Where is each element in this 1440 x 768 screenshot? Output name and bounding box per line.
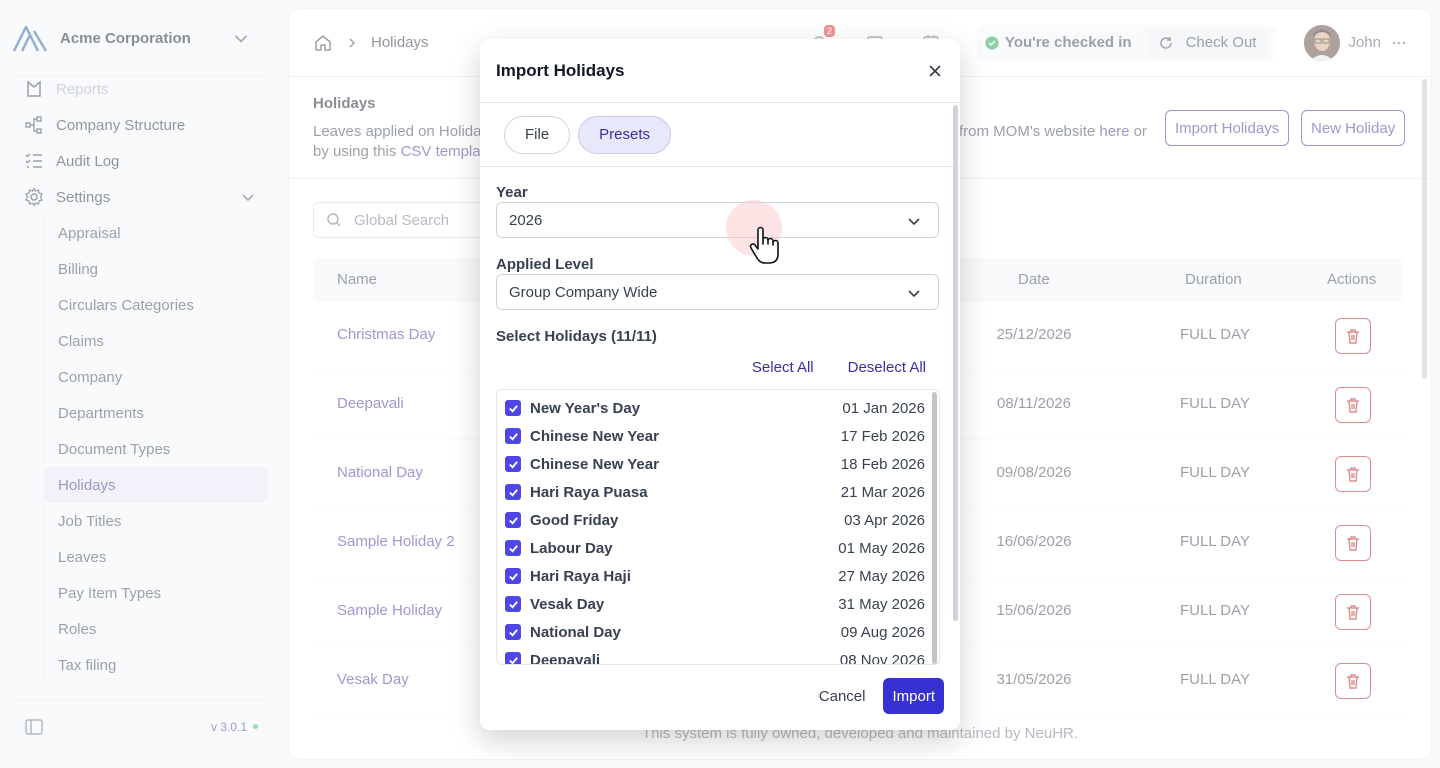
holiday-date: 01 Jan 2026 [842, 399, 925, 417]
checkbox[interactable] [505, 568, 521, 584]
dialog-scrollbar[interactable] [953, 105, 958, 621]
checkbox[interactable] [505, 652, 521, 664]
check-icon [508, 516, 518, 525]
year-label: Year [496, 184, 528, 201]
import-holidays-dialog: Import Holidays File Presets Year 2026 A… [480, 39, 960, 730]
list-item[interactable]: Vesak Day 31 May 2026 [505, 590, 925, 618]
tab-file[interactable]: File [504, 115, 571, 154]
year-value: 2026 [509, 211, 543, 229]
check-icon [508, 572, 518, 581]
holiday-name: New Year's Day [530, 399, 641, 417]
holiday-name: Chinese New Year [530, 455, 659, 473]
holiday-date: 21 Mar 2026 [840, 483, 925, 501]
holiday-name: National Day [530, 623, 621, 641]
chevron-down-icon [908, 290, 920, 298]
checkbox[interactable] [505, 400, 521, 416]
list-scrollbar[interactable] [932, 392, 937, 664]
holiday-date: 01 May 2026 [838, 539, 925, 557]
holiday-name: Deepavali [530, 651, 601, 665]
year-select[interactable]: 2026 [496, 202, 939, 238]
holiday-name: Labour Day [530, 539, 613, 557]
select-holidays-label: Select Holidays (11/11) [496, 328, 657, 345]
holiday-date: 09 Aug 2026 [840, 623, 925, 641]
check-icon [508, 628, 518, 637]
list-item[interactable]: National Day 09 Aug 2026 [505, 618, 925, 646]
check-icon [508, 600, 518, 609]
holiday-date: 08 Nov 2026 [839, 651, 925, 665]
holiday-date: 17 Feb 2026 [840, 427, 925, 445]
checkbox[interactable] [505, 624, 521, 640]
applied-level-select[interactable]: Group Company Wide [496, 274, 939, 310]
holiday-name: Vesak Day [530, 595, 605, 613]
import-button[interactable]: Import [883, 678, 944, 714]
holiday-date: 18 Feb 2026 [840, 455, 925, 473]
list-item[interactable]: Good Friday 03 Apr 2026 [505, 506, 925, 534]
checkbox[interactable] [505, 512, 521, 528]
cancel-button[interactable]: Cancel [819, 688, 866, 705]
applied-level-value: Group Company Wide [509, 283, 658, 301]
checkbox[interactable] [505, 456, 521, 472]
check-icon [508, 488, 518, 497]
list-item[interactable]: New Year's Day 01 Jan 2026 [505, 394, 925, 422]
close-icon[interactable] [926, 62, 944, 80]
dialog-title: Import Holidays [496, 60, 625, 80]
holiday-name: Chinese New Year [530, 427, 659, 445]
dialog-footer: Cancel Import [819, 678, 944, 714]
holiday-date: 31 May 2026 [838, 595, 925, 613]
applied-level-label: Applied Level [496, 256, 594, 273]
list-item[interactable]: Hari Raya Haji 27 May 2026 [505, 562, 925, 590]
holiday-name: Hari Raya Haji [530, 567, 631, 585]
holiday-date: 27 May 2026 [838, 567, 925, 585]
chevron-down-icon [908, 218, 920, 226]
holiday-name: Hari Raya Puasa [530, 483, 648, 501]
hand-pointer-icon [749, 226, 779, 264]
list-item[interactable]: Hari Raya Puasa 21 Mar 2026 [505, 478, 925, 506]
checkbox[interactable] [505, 428, 521, 444]
list-item[interactable]: Chinese New Year 17 Feb 2026 [505, 422, 925, 450]
list-item[interactable]: Chinese New Year 18 Feb 2026 [505, 450, 925, 478]
import-source-tabs: File Presets [480, 103, 960, 167]
holiday-name: Good Friday [530, 511, 619, 529]
holiday-checklist: New Year's Day 01 Jan 2026 Chinese New Y… [496, 389, 940, 665]
check-icon [508, 656, 518, 664]
list-item[interactable]: Labour Day 01 May 2026 [505, 534, 925, 562]
list-item[interactable]: Deepavali 08 Nov 2026 [505, 646, 925, 665]
check-icon [508, 432, 518, 441]
holiday-date: 03 Apr 2026 [844, 511, 925, 529]
dialog-header: Import Holidays [480, 39, 960, 103]
check-icon [508, 460, 518, 469]
select-all-link[interactable]: Select All [752, 359, 814, 376]
selection-links: Select All Deselect All [718, 359, 926, 376]
tab-presets[interactable]: Presets [578, 115, 672, 154]
deselect-all-link[interactable]: Deselect All [848, 359, 926, 376]
checkbox[interactable] [505, 540, 521, 556]
check-icon [508, 404, 518, 413]
check-icon [508, 544, 518, 553]
checkbox[interactable] [505, 596, 521, 612]
checkbox[interactable] [505, 484, 521, 500]
